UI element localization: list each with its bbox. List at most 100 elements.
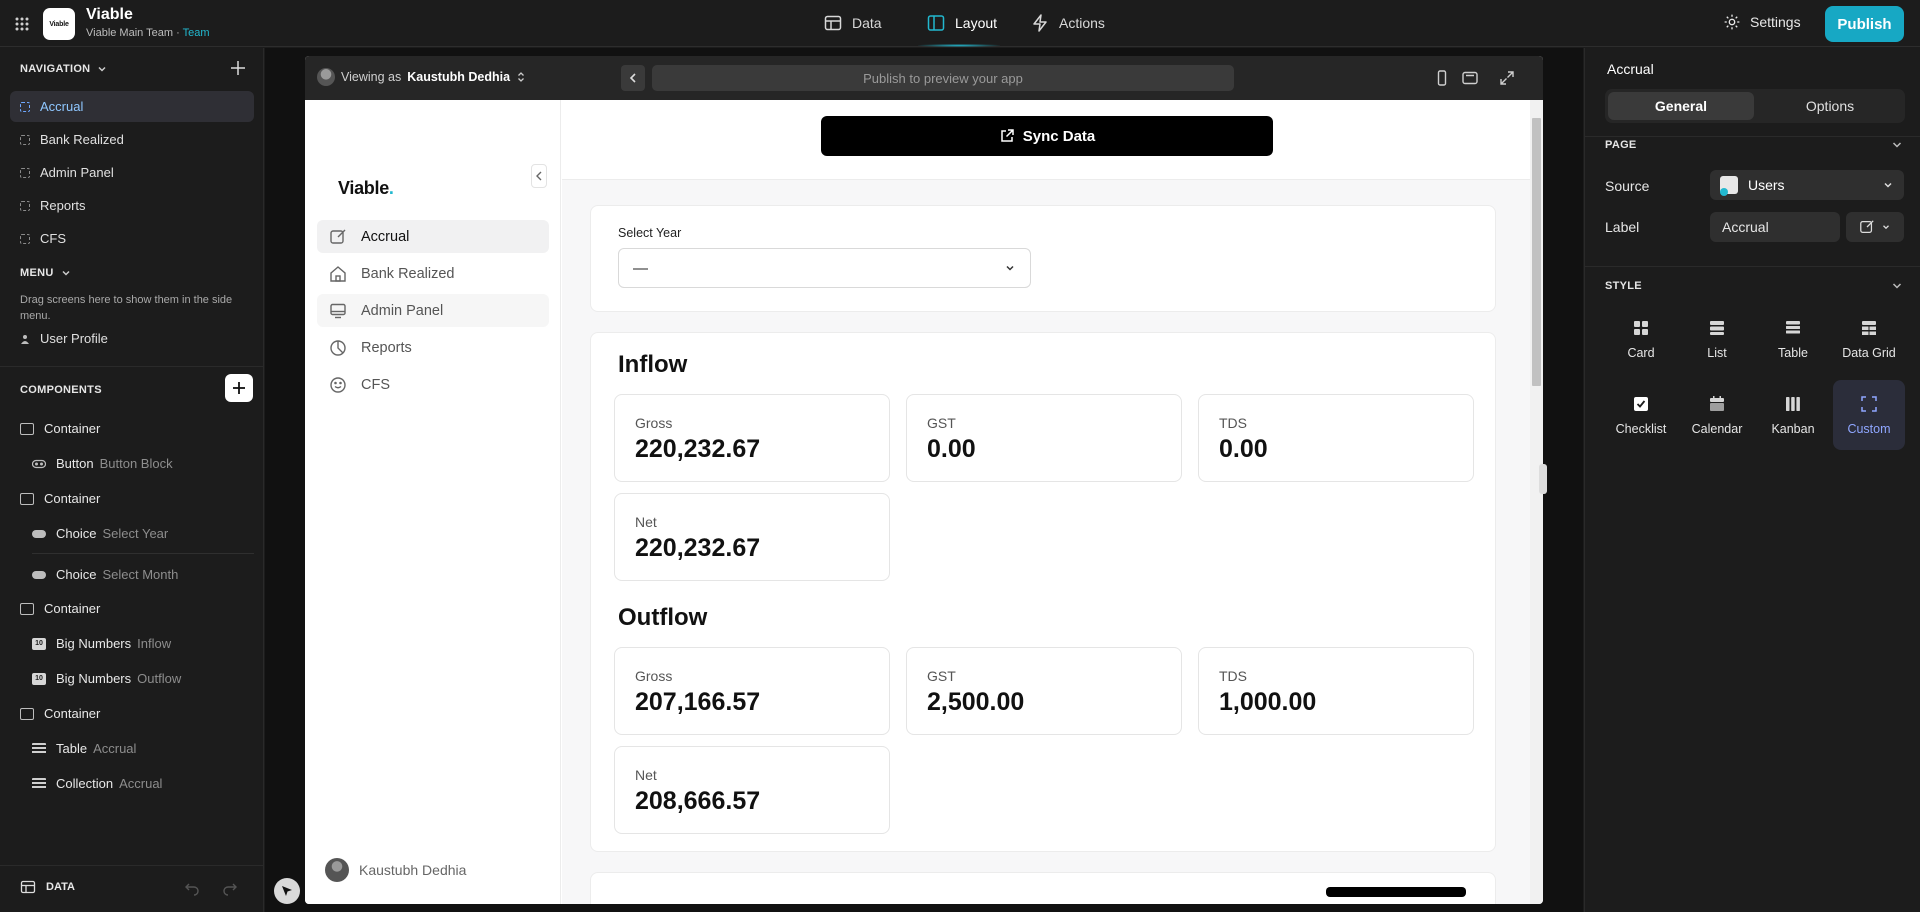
table-toolbar-button[interactable] [1326, 887, 1466, 897]
cursor-mode-button[interactable] [274, 878, 300, 904]
mobile-device-icon[interactable] [1433, 69, 1451, 87]
style-label: Card [1627, 345, 1655, 360]
stat-value: 207,166.57 [635, 688, 761, 716]
back-button[interactable] [621, 65, 645, 91]
data-footer-button[interactable]: DATA [20, 879, 75, 895]
app-logo-word: Viable [338, 178, 389, 198]
nav-item-accrual[interactable]: Accrual [10, 91, 254, 122]
chevron-down-icon[interactable] [1890, 279, 1904, 293]
nav-item-bank-realized[interactable]: Bank Realized [10, 124, 254, 155]
style-custom[interactable]: Custom [1833, 380, 1905, 450]
component-button[interactable]: Button Button Block [32, 456, 173, 471]
add-screen-icon[interactable] [229, 59, 247, 77]
components-header-label: COMPONENTS [20, 384, 102, 396]
apps-grid-icon[interactable] [12, 14, 32, 34]
scrollbar-thumb[interactable] [1532, 118, 1541, 386]
redo-icon[interactable] [222, 880, 238, 896]
app-user-footer[interactable]: Kaustubh Dedhia [325, 858, 466, 882]
style-calendar[interactable]: Calendar [1681, 380, 1753, 450]
component-container[interactable]: Container [20, 601, 100, 616]
menu-header[interactable]: MENU [20, 267, 72, 279]
table-icon [824, 15, 842, 31]
avatar [317, 68, 335, 86]
url-bar[interactable]: Publish to preview your app [652, 65, 1234, 91]
sync-data-label: Sync Data [1022, 127, 1096, 145]
style-checklist[interactable]: Checklist [1605, 380, 1677, 450]
monitor-icon [330, 303, 346, 318]
style-data-grid[interactable]: Data Grid [1833, 304, 1905, 374]
component-choice-month[interactable]: Choice Select Month [32, 567, 178, 582]
sync-data-button[interactable]: Sync Data [821, 116, 1273, 156]
component-container[interactable]: Container [20, 421, 100, 436]
style-kanban[interactable]: Kanban [1757, 380, 1829, 450]
stat-value: 0.00 [927, 435, 976, 463]
component-collection[interactable]: Collection Accrual [32, 776, 162, 791]
tab-layout[interactable]: Layout [926, 13, 997, 33]
component-choice-year[interactable]: Choice Select Year [32, 526, 168, 541]
source-select[interactable]: Users [1710, 170, 1904, 200]
component-big-numbers-inflow[interactable]: 10 Big Numbers Inflow [32, 636, 171, 651]
stat-label: TDS [1219, 415, 1247, 431]
component-name: Button [56, 456, 94, 471]
select-year-label: Select Year [618, 226, 682, 240]
nav-item-label: Reports [40, 198, 86, 213]
menu-item-user-profile[interactable]: User Profile [10, 323, 254, 354]
app-nav-admin-panel[interactable]: Admin Panel [317, 294, 549, 327]
component-sub: Inflow [137, 636, 172, 651]
style-table[interactable]: Table [1757, 304, 1829, 374]
nav-item-cfs[interactable]: CFS [10, 223, 254, 254]
publish-button[interactable]: Publish [1825, 6, 1904, 42]
stat-label: Gross [635, 415, 673, 431]
left-sidebar: NAVIGATION Accrual Bank Realized Admin P… [0, 48, 264, 912]
style-label: Custom [1847, 421, 1891, 436]
app-logo[interactable]: Viable [43, 8, 75, 40]
chevron-down-icon [1006, 265, 1014, 271]
screen-icon [20, 167, 30, 178]
stat-label: Gross [635, 668, 673, 684]
add-component-button[interactable] [225, 374, 253, 402]
app-nav-accrual[interactable]: Accrual [317, 220, 549, 253]
tab-data[interactable]: Data [823, 13, 882, 33]
nav-item-label: CFS [40, 231, 66, 246]
stat-value: 208,666.57 [635, 787, 761, 815]
tab-options[interactable]: Options [1758, 92, 1902, 120]
style-label: List [1707, 345, 1727, 360]
nav-item-reports[interactable]: Reports [10, 190, 254, 221]
component-table[interactable]: Table Accrual [32, 741, 136, 756]
chevron-down-icon[interactable] [1890, 138, 1904, 152]
stat-outflow-net: Net 208,666.57 [614, 746, 890, 834]
icon-picker[interactable] [1846, 212, 1904, 242]
panel-tabs: General Options [1605, 89, 1905, 123]
label-input[interactable]: Accrual [1710, 212, 1840, 242]
users-table-icon [1720, 176, 1738, 196]
source-label: Source [1605, 178, 1650, 194]
component-name: Collection [56, 776, 114, 791]
app-nav-reports[interactable]: Reports [317, 331, 549, 364]
viewing-as-selector[interactable]: Viewing as Kaustubh Dedhia [317, 68, 526, 86]
undo-icon[interactable] [184, 880, 200, 896]
preview-toolbar: Viewing as Kaustubh Dedhia Publish to pr… [305, 56, 1543, 100]
screen-icon [20, 134, 30, 145]
app-logo-text[interactable]: Viable. [338, 178, 394, 199]
tablet-device-icon[interactable] [1461, 69, 1479, 87]
stat-value: 220,232.67 [635, 435, 761, 463]
select-year-dropdown[interactable]: — [618, 248, 1031, 288]
expand-icon[interactable] [1498, 69, 1516, 87]
app-nav-bank-realized[interactable]: Bank Realized [317, 257, 549, 290]
component-container[interactable]: Container [20, 491, 100, 506]
collapse-sidebar-button[interactable] [531, 164, 547, 188]
component-big-numbers-outflow[interactable]: 10 Big Numbers Outflow [32, 671, 181, 686]
app-nav-cfs[interactable]: CFS [317, 368, 549, 401]
settings-button[interactable]: Settings [1723, 13, 1801, 31]
navigation-header[interactable]: NAVIGATION [20, 63, 108, 75]
nav-item-admin-panel[interactable]: Admin Panel [10, 157, 254, 188]
style-card[interactable]: Card [1605, 304, 1677, 374]
style-list[interactable]: List [1681, 304, 1753, 374]
tab-general[interactable]: General [1608, 92, 1754, 120]
resize-handle[interactable] [1539, 464, 1547, 494]
table-icon [1786, 320, 1800, 333]
team-line[interactable]: Viable Main Team · Team [86, 27, 210, 39]
stat-label: Net [635, 514, 657, 530]
component-container[interactable]: Container [20, 706, 100, 721]
tab-actions[interactable]: Actions [1030, 13, 1105, 33]
